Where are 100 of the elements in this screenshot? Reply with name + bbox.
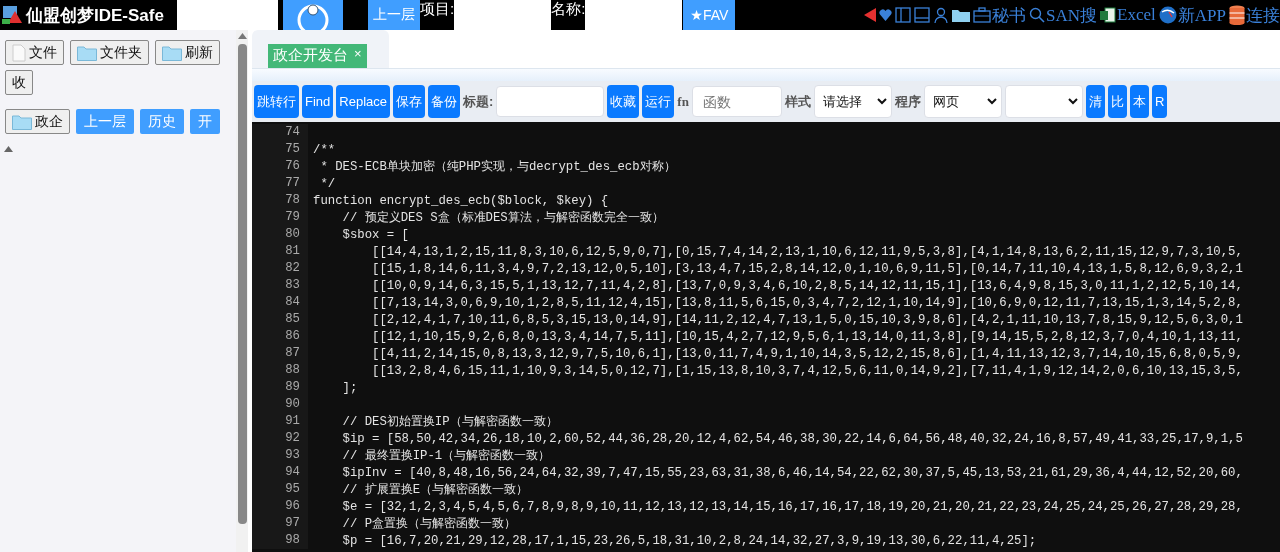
sidebar-button[interactable]: 文件夹 xyxy=(70,40,149,65)
search-icon xyxy=(1029,7,1046,23)
dropdown[interactable]: 请选择 xyxy=(813,85,892,118)
favorite-button[interactable]: ★FAV xyxy=(683,0,736,30)
toolbar-button[interactable]: 备份 xyxy=(428,85,460,118)
project-field[interactable] xyxy=(454,0,552,30)
chevron-down-icon xyxy=(986,98,997,105)
line-number: 96 xyxy=(252,498,308,515)
toolbar-button[interactable]: 比 xyxy=(1107,85,1127,118)
toolbar-button[interactable]: 跳转行 xyxy=(254,85,299,118)
excel-link[interactable]: Excel xyxy=(1100,5,1156,25)
line-number: 85 xyxy=(252,311,308,328)
code-line: [[14,4,13,1,2,15,11,8,3,10,6,12,5,9,0,7],[0,15,7,4,14,2,13,1,10,6,12,11,9,5,3,8],[4,1,14,8,13,6,2,11,15,12,9,7,3,10,5, xyxy=(371,244,1243,259)
line-number: 92 xyxy=(252,430,308,447)
line-number: 91 xyxy=(252,413,308,430)
code-line: /** xyxy=(312,142,336,157)
field-label: 样式 xyxy=(784,92,811,111)
dropdown[interactable]: 网页 xyxy=(923,85,1002,118)
editor-tab[interactable]: 政企开发台 × xyxy=(268,44,367,68)
search-field[interactable] xyxy=(177,0,278,30)
input-field[interactable] xyxy=(496,86,605,117)
code-line: [[13,2,8,4,6,15,11,1,10,9,3,14,5,0,12,7],[1,15,13,8,10,3,7,4,12,5,6,11,0,14,9,2],[7,11,4,1,9,12,14,2,0,6,10,13,15,3,5, xyxy=(371,363,1243,378)
triangle-icon[interactable] xyxy=(864,8,877,22)
field-label: 程序 xyxy=(894,92,921,111)
code-line: [[7,13,14,3,0,6,9,10,1,2,8,5,11,12,4,15],[13,8,11,5,6,15,0,3,4,7,2,12,1,10,14,9],[10,6,9,0,12,11,7,13,15,1,3,14,5,2,8, xyxy=(371,295,1243,310)
globe-icon xyxy=(1158,6,1177,24)
folder-icon[interactable] xyxy=(952,8,971,22)
line-number: 74 xyxy=(252,124,308,141)
line-number: 97 xyxy=(252,515,308,532)
briefcase-icon xyxy=(973,7,992,23)
line-number: 93 xyxy=(252,447,308,464)
nav-button[interactable]: 历史 xyxy=(140,109,184,134)
nav-button[interactable]: 开 xyxy=(190,109,220,134)
app-title: 仙盟创梦IDE-Safe xyxy=(26,4,164,27)
line-number: 81 xyxy=(252,243,308,260)
line-number: 82 xyxy=(252,260,308,277)
line-number: 90 xyxy=(252,396,308,413)
folder-button[interactable]: 政企 xyxy=(5,109,70,134)
toolbar-button[interactable]: 本 xyxy=(1129,85,1149,118)
line-number: 75 xyxy=(252,141,308,158)
line-number: 77 xyxy=(252,175,308,192)
toolbar-button[interactable]: 运行 xyxy=(642,85,675,118)
sidebar-button[interactable]: 刷新 xyxy=(155,40,220,65)
panel-left-icon[interactable] xyxy=(895,7,912,23)
code-line: $e = [32,1,2,3,4,5,4,5,6,7,8,9,8,9,10,11,12,13,12,13,14,15,16,17,16,17,18,19,20,21,20,21,22,23,24,25,24,25,26,27,28,29,28, xyxy=(341,499,1243,514)
heart-icon[interactable] xyxy=(879,9,893,21)
line-number: 84 xyxy=(252,294,308,311)
sidebar-button[interactable]: 收 xyxy=(5,70,33,95)
close-icon[interactable]: × xyxy=(354,46,362,61)
field-label: fn xyxy=(677,93,689,110)
connect-link[interactable]: 连接 xyxy=(1229,3,1280,27)
toolbar-button[interactable]: Replace xyxy=(336,85,390,118)
line-number: 76 xyxy=(252,158,308,175)
panel-bottom-icon[interactable] xyxy=(914,7,931,23)
code-line: [[4,11,2,14,15,0,8,13,3,12,9,7,5,10,6,1],[13,0,11,7,4,9,1,10,14,3,5,12,2,15,8,6],[1,4,11,13,12,3,7,14,10,15,6,8,0,5,9, xyxy=(371,346,1243,361)
secretary-link[interactable]: 秘书 xyxy=(973,3,1027,27)
up-level-button[interactable]: 上一层 xyxy=(368,0,420,30)
input-field[interactable]: 函数 xyxy=(691,86,782,117)
line-number: 79 xyxy=(252,209,308,226)
scroll-up-icon[interactable] xyxy=(237,33,247,39)
scrollbar[interactable] xyxy=(236,30,248,552)
line-number: 87 xyxy=(252,345,308,362)
toolbar-button[interactable]: R xyxy=(1151,85,1168,118)
line-number: 80 xyxy=(252,226,308,243)
chevron-down-icon xyxy=(1067,98,1078,105)
toolbar-button[interactable]: 保存 xyxy=(393,85,425,118)
chevron-down-icon xyxy=(876,98,887,105)
code-line: // 扩展置换E（与解密函数一致） xyxy=(341,482,529,498)
folder-icon xyxy=(77,44,97,61)
code-line: [[12,1,10,15,9,2,6,8,0,13,3,4,14,7,5,11],[10,15,4,2,7,12,9,5,6,1,13,14,0,11,3,8],[9,14,15,5,2,8,12,3,7,0,4,10,1,13,11, xyxy=(371,329,1243,344)
code-line: */ xyxy=(319,176,336,191)
search-link[interactable]: SAN搜 xyxy=(1029,3,1098,27)
line-number: 78 xyxy=(252,192,308,209)
code-line: $ipInv = [40,8,48,16,56,24,64,32,39,7,47,15,55,23,63,31,38,6,46,14,54,22,62,30,37,5,45,13,53,21,61,29,36,4,44,12,52,20,60, xyxy=(341,465,1243,480)
folder-icon xyxy=(162,44,182,61)
user-icon[interactable] xyxy=(933,7,950,23)
code-line: // P盒置换（与解密函数一致） xyxy=(341,516,517,532)
toolbar-button[interactable]: 收藏 xyxy=(607,85,640,118)
file-icon xyxy=(12,43,26,62)
new-app-link[interactable]: 新APP xyxy=(1158,3,1226,27)
code-line: // DES初始置换IP（与解密函数一致） xyxy=(341,414,558,430)
spreadsheet-icon xyxy=(1100,7,1117,23)
line-number: 88 xyxy=(252,362,308,379)
code-line: $ip = [58,50,42,34,26,18,10,2,60,52,44,36,28,20,12,4,62,54,46,38,30,22,14,6,64,56,48,40,32,24,16,8,57,49,41,33,25,17,9,1,5 xyxy=(341,431,1243,446)
line-number: 89 xyxy=(252,379,308,396)
nav-button[interactable]: 上一层 xyxy=(76,109,134,134)
collapse-icon[interactable] xyxy=(4,146,13,152)
search-go-button[interactable] xyxy=(283,0,343,30)
code-line: ]; xyxy=(341,380,358,395)
sidebar-button[interactable]: 文件 xyxy=(5,40,64,65)
code-line: // 预定义DES S盒（标准DES算法，与解密函数完全一致） xyxy=(341,210,664,226)
line-number: 83 xyxy=(252,277,308,294)
line-number: 95 xyxy=(252,481,308,498)
toolbar-button[interactable]: 清 xyxy=(1085,85,1105,118)
toolbar-button[interactable]: Find xyxy=(302,85,334,118)
name-label: 名称: xyxy=(551,0,586,19)
name-field[interactable] xyxy=(585,0,683,30)
database-icon xyxy=(1229,5,1245,25)
line-number: 94 xyxy=(252,464,308,481)
code-line: $sbox = [ xyxy=(341,227,409,242)
